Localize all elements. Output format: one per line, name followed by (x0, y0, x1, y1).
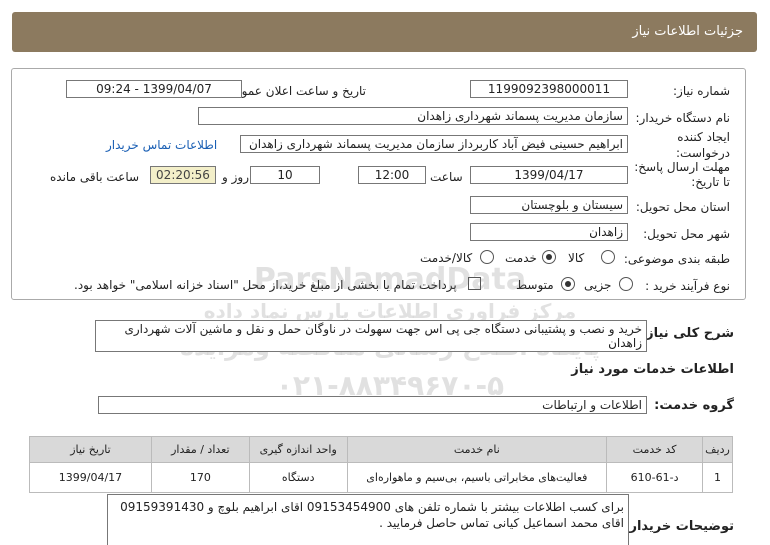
buyer-contact-link[interactable]: اطلاعات تماس خریدار (106, 138, 217, 152)
services-table-header: ردیف کد خدمت نام خدمت واحد اندازه گیری ت… (29, 436, 733, 463)
process-minor-label: جزیی (584, 278, 612, 292)
summary-label: شرح کلی نیاز: (640, 326, 734, 341)
remaining-days-field: 10 (250, 166, 320, 184)
announce-date-label: تاریخ و ساعت اعلان عمومی: (221, 84, 366, 98)
buyer-notes-field: برای کسب اطلاعات بیشتر با شماره تلفن های… (107, 494, 629, 545)
service-group-label: گروه خدمت: (654, 398, 734, 413)
category-goods-service-radio[interactable] (480, 250, 494, 264)
services-table: ردیف کد خدمت نام خدمت واحد اندازه گیری ت… (29, 436, 733, 493)
need-number-label: شماره نیاز: (673, 84, 730, 98)
process-medium-radio[interactable] (561, 277, 575, 291)
category-goods-label: کالا (568, 251, 585, 265)
category-goods-radio[interactable] (601, 250, 615, 264)
creator-label-line2: درخواست: (676, 146, 730, 160)
category-service-radio[interactable] (542, 250, 556, 264)
city-field: زاهدان (470, 223, 628, 241)
creator-field: ابراهیم حسینی فیض آباد کاربرداز سازمان م… (240, 135, 628, 153)
deadline-time-label: ساعت (430, 170, 463, 184)
remaining-time-label: ساعت باقی مانده (50, 170, 140, 184)
treasury-payment-note: پرداخت تمام یا بخشی از مبلغ خرید،از محل … (74, 278, 457, 292)
remaining-time-field: 02:20:56 (150, 166, 216, 184)
col-unit: واحد اندازه گیری (248, 436, 348, 463)
col-quantity: تعداد / مقدار (150, 436, 250, 463)
deadline-label-line2: تا تاریخ: (691, 175, 730, 189)
treasury-payment-checkbox[interactable] (468, 277, 481, 290)
remaining-days-label: روز و (222, 170, 249, 184)
announce-date-field: 1399/04/07 - 09:24 (66, 80, 242, 98)
cell-row-number: 1 (702, 462, 733, 493)
need-number-field: 1199092398000011 (470, 80, 628, 98)
category-goods-service-label: کالا/خدمت (420, 251, 473, 265)
page-title: جزئیات اطلاعات نیاز (632, 24, 743, 39)
page-title-bar: جزئیات اطلاعات نیاز (12, 12, 757, 52)
cell-unit: دستگاه (248, 462, 348, 493)
cell-quantity: 170 (150, 462, 250, 493)
process-type-label: نوع فرآیند خرید : (645, 279, 730, 293)
service-group-field: اطلاعات و ارتباطات (98, 396, 647, 414)
table-row: 1 د-61-610 فعالیت‌های مخابراتی باسیم، بی… (29, 462, 733, 493)
process-medium-label: متوسط (516, 278, 554, 292)
buyer-org-field: سازمان مدیریت پسماند شهرداری زاهدان (198, 107, 628, 125)
province-field: سیستان و بلوچستان (470, 196, 628, 214)
summary-field: خرید و نصب و پشتیبانی دستگاه جی پی اس جه… (95, 320, 647, 352)
cell-service-code: د-61-610 (606, 462, 704, 493)
deadline-date-field: 1399/04/17 (470, 166, 628, 184)
category-label: طبقه بندی موضوعی: (623, 252, 730, 266)
col-service-code: کد خدمت (606, 436, 704, 463)
deadline-label-line1: مهلت ارسال پاسخ: (634, 160, 730, 174)
process-minor-radio[interactable] (619, 277, 633, 291)
cell-service-name: فعالیت‌های مخابراتی باسیم، بی‌سیم و ماهو… (346, 462, 608, 493)
col-row-number: ردیف (702, 436, 733, 463)
col-need-date: تاریخ نیاز (29, 436, 152, 463)
deadline-time-field: 12:00 (358, 166, 426, 184)
col-service-name: نام خدمت (346, 436, 608, 463)
creator-label-line1: ایجاد کننده (677, 130, 730, 144)
cell-need-date: 1399/04/17 (29, 462, 152, 493)
province-label: استان محل تحویل: (635, 200, 730, 214)
services-heading: اطلاعات خدمات مورد نیاز (571, 362, 734, 377)
buyer-org-label: نام دستگاه خریدار: (635, 111, 731, 125)
city-label: شهر محل تحویل: (643, 227, 730, 241)
buyer-notes-label: توضیحات خریدار: (624, 519, 734, 534)
category-service-label: خدمت (505, 251, 537, 265)
